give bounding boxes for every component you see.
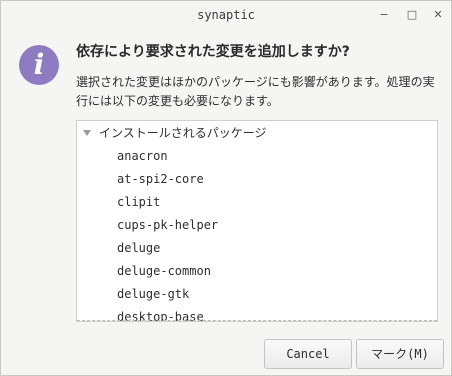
changes-list[interactable]: インストールされるパッケージ anacron at-spi2-core clip… bbox=[76, 120, 438, 322]
list-item[interactable]: deluge-common bbox=[117, 262, 218, 285]
package-list: anacron at-spi2-core clipit cups-pk-help… bbox=[117, 147, 218, 321]
dialog-window: synaptic − □ ✕ i 依存により要求された変更を追加しますか? 選択… bbox=[0, 0, 452, 376]
expander-triangle-icon[interactable] bbox=[83, 129, 91, 136]
group-row-install[interactable]: インストールされるパッケージ bbox=[83, 124, 267, 142]
dialog-message: 選択された変更はほかのパッケージにも影響があります。処理の実行には以下の変更も必… bbox=[76, 75, 435, 108]
cancel-button[interactable]: Cancel bbox=[264, 339, 352, 369]
scroll-edge-divider bbox=[77, 320, 437, 321]
list-item[interactable]: clipit bbox=[117, 193, 218, 216]
maximize-icon[interactable]: □ bbox=[403, 7, 421, 23]
minimize-icon[interactable]: − bbox=[375, 7, 393, 23]
group-label: インストールされるパッケージ bbox=[99, 126, 267, 140]
title-bar: synaptic − □ ✕ bbox=[1, 1, 451, 31]
list-item[interactable]: deluge bbox=[117, 239, 218, 262]
close-icon[interactable]: ✕ bbox=[429, 7, 447, 23]
info-icon: i bbox=[19, 45, 59, 85]
mark-button[interactable]: マーク(M) bbox=[356, 339, 444, 369]
info-icon-glyph: i bbox=[33, 48, 45, 81]
list-item[interactable]: deluge-gtk bbox=[117, 285, 218, 308]
list-item[interactable]: cups-pk-helper bbox=[117, 216, 218, 239]
list-item[interactable]: at-spi2-core bbox=[117, 170, 218, 193]
list-item[interactable]: anacron bbox=[117, 147, 218, 170]
dialog-heading: 依存により要求された変更を追加しますか? bbox=[76, 44, 350, 60]
